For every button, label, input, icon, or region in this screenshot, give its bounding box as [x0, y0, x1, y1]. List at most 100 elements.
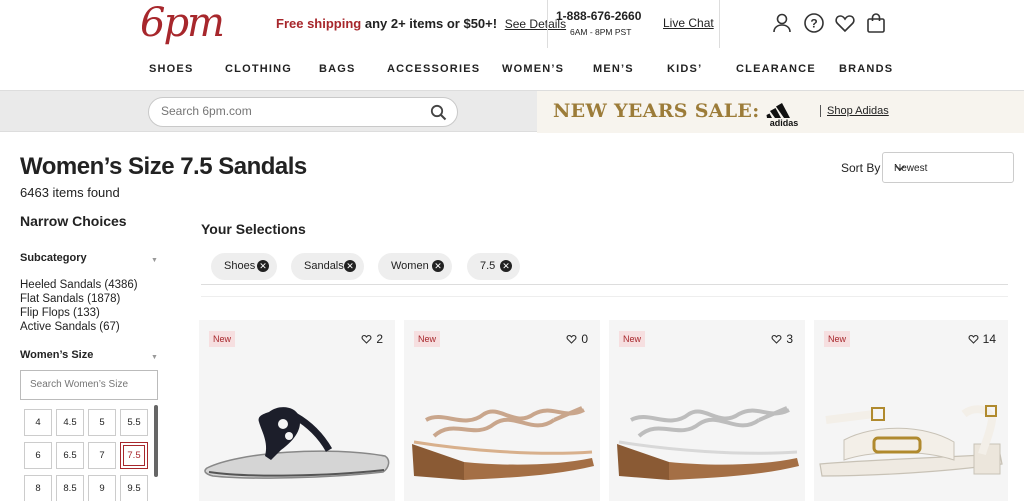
favorite-count-value: 14 [982, 332, 996, 346]
search-band: NEW YEARS SALE: adidas Shop Adidas [0, 90, 1024, 133]
chip-label: Shoes [224, 260, 256, 272]
size-search-box[interactable] [20, 370, 158, 400]
subcategory-item[interactable]: Heeled Sandals (4386) [20, 279, 138, 291]
chevron-down-icon [894, 162, 1004, 177]
womens-size-heading[interactable]: Women’s Size [20, 349, 93, 361]
sandal-wedge-tan-image [412, 406, 594, 480]
new-badge: New [414, 331, 441, 347]
sale-text: NEW YEARS SALE: [553, 100, 760, 122]
chip-label: Women [391, 260, 429, 272]
divider [719, 0, 720, 48]
remove-chip-icon[interactable]: ✕ [344, 260, 356, 272]
size-option[interactable]: 4.5 [56, 409, 84, 436]
size-option-selected[interactable]: 7.5 [120, 442, 148, 469]
search-box[interactable] [148, 97, 458, 127]
sort-label: Sort By [841, 161, 881, 175]
size-option[interactable]: 7 [88, 442, 116, 469]
filter-chip[interactable]: Women ✕ [378, 253, 452, 280]
new-badge: New [209, 331, 236, 347]
phone-number[interactable]: 1-888-676-2660 [556, 9, 641, 23]
divider [201, 296, 1008, 297]
product-card[interactable]: New 2 [199, 320, 395, 501]
size-option[interactable]: 9.5 [120, 475, 148, 501]
heart-icon[interactable] [834, 12, 856, 34]
subcategory-heading[interactable]: Subcategory [20, 252, 87, 264]
narrow-choices-heading: Narrow Choices [20, 213, 127, 229]
size-option[interactable]: 8 [24, 475, 52, 501]
your-selections-heading: Your Selections [201, 221, 306, 237]
sale-banner[interactable]: NEW YEARS SALE: adidas Shop Adidas [537, 91, 1024, 133]
shop-adidas-link[interactable]: Shop Adidas [820, 105, 889, 117]
size-option[interactable]: 5 [88, 409, 116, 436]
size-option[interactable]: 8.5 [56, 475, 84, 501]
sidebar-scrollbar[interactable] [154, 405, 158, 477]
nav-mens[interactable]: MEN’S [593, 63, 634, 75]
nav-accessories[interactable]: ACCESSORIES [387, 63, 480, 75]
top-header: 6pm Free shipping any 2+ items or $50+! … [0, 0, 1024, 50]
support-hours: 6AM - 8PM PST [570, 27, 632, 37]
favorite-count[interactable]: 2 [361, 332, 383, 346]
favorite-count[interactable]: 3 [771, 332, 793, 346]
heart-icon [771, 334, 782, 344]
nav-bags[interactable]: BAGS [319, 63, 356, 75]
product-card[interactable]: New 14 [814, 320, 1008, 501]
sandal-wedge-silver-image [617, 406, 799, 480]
heart-icon [968, 334, 979, 344]
adidas-logo: adidas [763, 97, 805, 132]
nav-kids[interactable]: KIDS’ [667, 63, 702, 75]
size-option[interactable]: 4 [24, 409, 52, 436]
chip-label: Sandals [304, 260, 344, 272]
nav-womens[interactable]: WOMEN’S [502, 63, 564, 75]
item-count: 6463 items found [20, 185, 120, 200]
remove-chip-icon[interactable]: ✕ [432, 260, 444, 272]
filter-chip[interactable]: 7.5 ✕ [467, 253, 520, 280]
shipping-promo: Free shipping any 2+ items or $50+! See … [276, 16, 566, 31]
chip-label: 7.5 [480, 260, 496, 272]
remove-chip-icon[interactable]: ✕ [500, 260, 512, 272]
sort-select[interactable]: Newest [882, 152, 1014, 183]
bag-icon[interactable] [865, 12, 887, 34]
nav-shoes[interactable]: SHOES [149, 63, 194, 75]
filter-chip[interactable]: Shoes ✕ [211, 253, 277, 280]
favorite-count[interactable]: 0 [566, 332, 588, 346]
account-icon[interactable] [771, 12, 793, 34]
chevron-down-icon[interactable]: ▼ [151, 354, 158, 361]
product-card[interactable]: New 3 [609, 320, 805, 501]
search-input[interactable] [161, 104, 411, 118]
divider [547, 0, 548, 48]
size-option[interactable]: 6 [24, 442, 52, 469]
subcategory-item[interactable]: Flip Flops (133) [20, 307, 100, 319]
promo-text: any 2+ items or $50+! [361, 16, 498, 31]
main-nav: SHOES CLOTHING BAGS ACCESSORIES WOMEN’S … [0, 63, 1024, 81]
svg-text:?: ? [810, 17, 817, 31]
live-chat-link[interactable]: Live Chat [663, 16, 714, 30]
size-search-input[interactable] [30, 379, 150, 390]
new-badge: New [619, 331, 646, 347]
sandal-white-block-heel-image [819, 405, 1003, 477]
help-icon[interactable]: ? [803, 12, 825, 34]
promo-highlight: Free shipping [276, 16, 362, 31]
size-option[interactable]: 9 [88, 475, 116, 501]
favorite-count-value: 2 [376, 332, 383, 346]
svg-text:adidas: adidas [770, 118, 799, 127]
search-icon[interactable] [430, 104, 447, 126]
nav-clearance[interactable]: CLEARANCE [736, 63, 816, 75]
product-card[interactable]: New 0 [404, 320, 600, 501]
size-option[interactable]: 5.5 [120, 409, 148, 436]
nav-brands[interactable]: BRANDS [839, 63, 893, 75]
sandal-black-image [204, 407, 390, 479]
filter-chip[interactable]: Sandals ✕ [291, 253, 364, 280]
site-logo[interactable]: 6pm [140, 0, 225, 46]
size-option[interactable]: 6.5 [56, 442, 84, 469]
subcategory-item[interactable]: Active Sandals (67) [20, 321, 120, 333]
nav-clothing[interactable]: CLOTHING [225, 63, 292, 75]
chevron-down-icon[interactable]: ▼ [151, 257, 158, 264]
divider [201, 284, 1008, 285]
remove-chip-icon[interactable]: ✕ [257, 260, 269, 272]
subcategory-item[interactable]: Flat Sandals (1878) [20, 293, 120, 305]
new-badge: New [824, 331, 851, 347]
heart-icon [361, 334, 372, 344]
favorite-count-value: 0 [581, 332, 588, 346]
favorite-count-value: 3 [786, 332, 793, 346]
favorite-count[interactable]: 14 [968, 332, 996, 346]
